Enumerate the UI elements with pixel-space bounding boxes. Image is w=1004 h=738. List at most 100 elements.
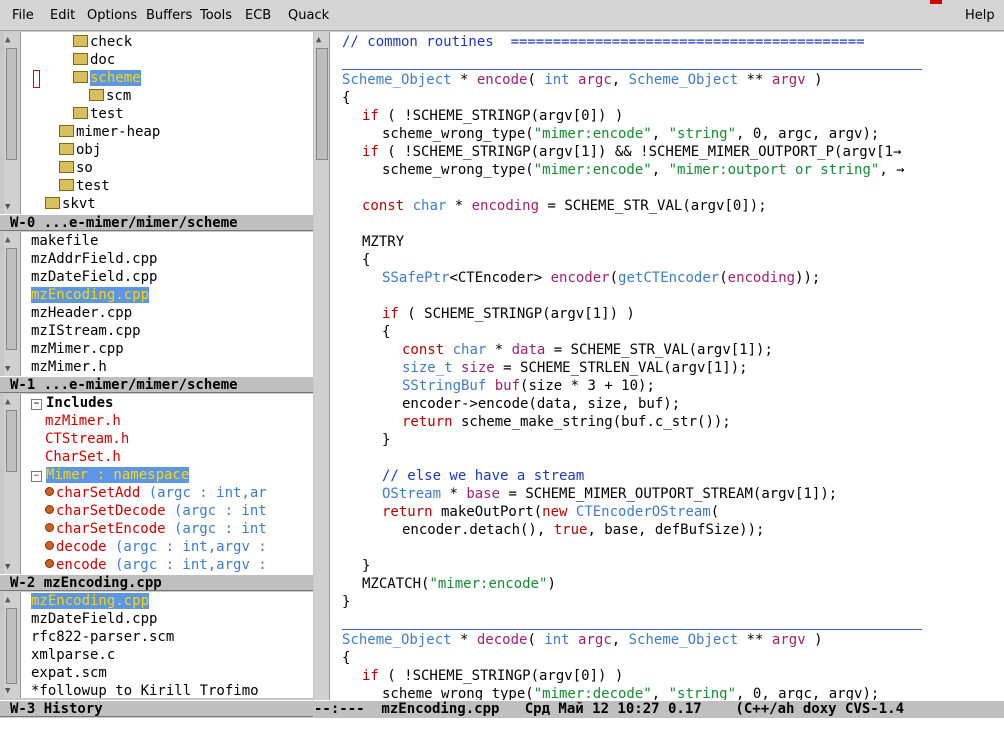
code-line: size_t size = SCHEME_STRLEN_VAL(argv[1])… — [402, 360, 748, 376]
scroll-up-icon[interactable]: ▲ — [5, 235, 10, 245]
cursor-marker — [33, 70, 40, 88]
header-comment: // common routines =====================… — [342, 34, 865, 50]
source-item[interactable]: makefile — [31, 232, 98, 250]
history-item[interactable]: xmlparse.c — [31, 646, 115, 664]
source-item[interactable]: mzHeader.cpp — [31, 304, 132, 322]
history-item[interactable]: mzDateField.cpp — [31, 610, 157, 628]
history-item[interactable]: rfc822-parser.scm — [31, 628, 174, 646]
separator — [342, 69, 922, 70]
code-line: scheme_wrong_type("mimer:encode", "strin… — [382, 126, 880, 142]
methods-pane: − Includes mzMimer.h CTStream.h CharSet.h… — [21, 394, 313, 574]
function-item[interactable]: encode (argc : int,argv : — [45, 556, 267, 574]
code-line: OStream * base = SCHEME_MIMER_OUTPORT_ST… — [382, 486, 838, 502]
function-item[interactable]: decode (argc : int,argv : — [45, 538, 267, 556]
echo-area[interactable] — [0, 718, 1004, 738]
dir-item[interactable]: scm — [89, 87, 131, 105]
scroll-thumb[interactable] — [6, 410, 17, 472]
flag-icon — [930, 0, 942, 4]
history-item[interactable]: *followup to Kirill Trofimo — [31, 682, 259, 698]
separator — [342, 629, 922, 630]
code-line: return makeOutPort(new CTEncoderOStream( — [382, 504, 720, 520]
function-item[interactable]: charSetEncode (argc : int — [45, 520, 267, 538]
function-item[interactable]: charSetDecode (argc : int — [45, 502, 267, 520]
dir-item[interactable]: obj — [59, 141, 101, 159]
collapse-icon[interactable]: − — [31, 471, 42, 482]
dir-item[interactable]: skvt — [45, 195, 96, 213]
editor-scrollbar[interactable]: ▲ — [314, 32, 330, 700]
include-item[interactable]: CTStream.h — [45, 430, 129, 448]
scroll-down-icon[interactable]: ▼ — [5, 562, 10, 572]
folder-icon — [73, 107, 88, 119]
menu-tools[interactable]: Tools — [200, 8, 232, 23]
source-item[interactable]: mzIStream.cpp — [31, 322, 141, 340]
code-line: MZCATCH("mimer:encode") — [362, 576, 556, 592]
function-item[interactable]: charSetAdd (argc : int,ar — [45, 484, 267, 502]
code-line: return scheme_make_string(buf.c_str()); — [402, 414, 731, 430]
folder-icon — [89, 89, 104, 101]
code-line: if ( !SCHEME_STRINGP(argv[1]) && !SCHEME… — [362, 144, 902, 160]
scroll-thumb[interactable] — [6, 608, 17, 684]
menu-edit[interactable]: Edit — [50, 8, 75, 23]
dir-item[interactable]: check — [73, 33, 132, 51]
source-item-selected[interactable]: mzEncoding.cpp — [31, 286, 150, 304]
directories-scrollbar[interactable]: ▲ ▼ — [4, 32, 21, 214]
source-item[interactable]: mzDateField.cpp — [31, 268, 157, 286]
modeline-w3: W-3 History — [0, 700, 313, 717]
history-item[interactable]: expat.scm — [31, 664, 107, 682]
includes-node[interactable]: − Includes — [31, 394, 113, 412]
code-line: encoder.detach(), true, base, defBufSize… — [402, 522, 765, 538]
code-line: { — [362, 252, 371, 268]
source-item[interactable]: mzMimer.h — [31, 358, 107, 376]
scroll-down-icon[interactable]: ▼ — [5, 202, 10, 212]
methods-scrollbar[interactable]: ▲ ▼ — [4, 394, 21, 574]
code-line: { — [342, 90, 351, 106]
source-item[interactable]: mzAddrField.cpp — [31, 250, 157, 268]
include-item[interactable]: mzMimer.h — [45, 412, 121, 430]
namespace-node[interactable]: − Mimer : namespace — [31, 466, 190, 484]
menu-options[interactable]: Options — [87, 8, 137, 23]
scroll-up-icon[interactable]: ▲ — [5, 397, 10, 407]
dir-item[interactable]: mimer-heap — [59, 123, 160, 141]
code-line: scheme_wrong_type("mimer:decode", "strin… — [382, 686, 880, 700]
dir-item[interactable]: doc — [73, 51, 115, 69]
scroll-up-icon[interactable]: ▲ — [5, 595, 10, 605]
scroll-down-icon[interactable]: ▼ — [5, 686, 10, 696]
folder-icon — [73, 53, 88, 65]
folder-icon — [45, 197, 60, 209]
method-icon — [45, 541, 54, 550]
code-editor[interactable]: // common routines =====================… — [330, 32, 1004, 700]
scroll-thumb[interactable] — [6, 48, 17, 160]
modeline-w2: W-2 mzEncoding.cpp — [0, 574, 313, 591]
code-line: } — [382, 432, 391, 448]
code-line: const char * data = SCHEME_STR_VAL(argv[… — [402, 342, 773, 358]
menu-buffers[interactable]: Buffers — [146, 8, 192, 23]
code-line: if ( !SCHEME_STRINGP(argv[0]) ) — [362, 108, 624, 124]
scroll-up-icon[interactable]: ▲ — [5, 35, 10, 45]
sources-scrollbar[interactable]: ▲ ▼ — [4, 232, 21, 376]
dir-item[interactable]: test — [73, 105, 124, 123]
menu-quack[interactable]: Quack — [288, 8, 329, 23]
scroll-thumb[interactable] — [316, 48, 328, 160]
scroll-up-icon[interactable]: ▲ — [316, 35, 321, 45]
collapse-icon[interactable]: − — [31, 399, 42, 410]
code-line: { — [342, 650, 351, 666]
menu-file[interactable]: File — [12, 8, 34, 23]
menu-bar: File Edit Options Buffers Tools ECB Quac… — [0, 0, 1004, 31]
scroll-down-icon[interactable]: ▼ — [5, 364, 10, 374]
menu-help[interactable]: Help — [965, 8, 995, 23]
dir-item[interactable]: test — [59, 177, 110, 195]
code-line: const char * encoding = SCHEME_STR_VAL(a… — [362, 198, 767, 214]
method-icon — [45, 523, 54, 532]
history-scrollbar[interactable]: ▲ ▼ — [4, 592, 21, 698]
dir-item-selected[interactable]: scheme — [73, 69, 141, 87]
include-item[interactable]: CharSet.h — [45, 448, 121, 466]
code-line: Scheme_Object * decode( int argc, Scheme… — [342, 632, 823, 648]
dir-item[interactable]: so — [59, 159, 93, 177]
history-item-selected[interactable]: mzEncoding.cpp — [31, 592, 150, 610]
method-icon — [45, 559, 54, 568]
menu-ecb[interactable]: ECB — [245, 8, 271, 23]
sources-pane: makefile mzAddrField.cpp mzDateField.cpp… — [21, 232, 313, 376]
scroll-thumb[interactable] — [6, 248, 17, 350]
folder-icon — [59, 161, 74, 173]
source-item[interactable]: mzMimer.cpp — [31, 340, 124, 358]
